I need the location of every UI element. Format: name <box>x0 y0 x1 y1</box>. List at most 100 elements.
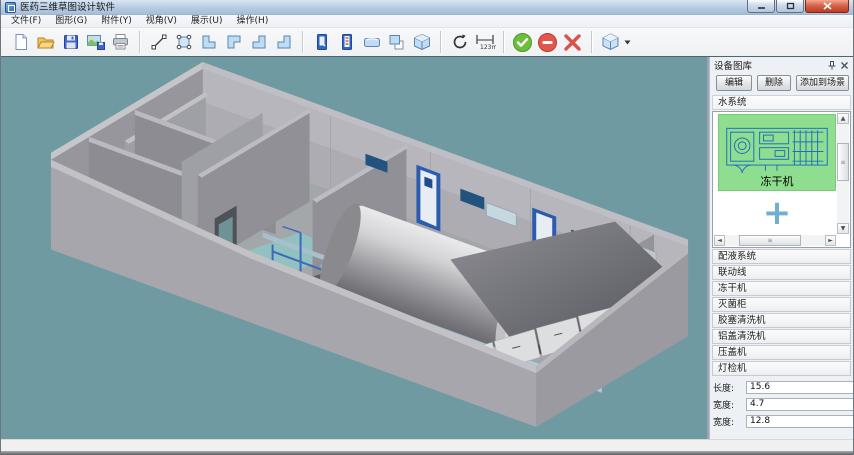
menu-graphics[interactable]: 图形(G) <box>48 15 94 28</box>
export-image-button[interactable] <box>83 30 108 54</box>
scroll-right-arrow[interactable]: ► <box>825 235 836 246</box>
toolbar-group-actions <box>507 30 588 54</box>
measure-label: 123m <box>480 44 496 51</box>
toolbar-group-file <box>5 30 136 54</box>
edit-button[interactable]: 编辑 <box>716 75 752 91</box>
category-item[interactable]: 铝盖清洗机 <box>712 329 851 344</box>
delete-button[interactable] <box>560 30 585 54</box>
remove-icon <box>537 32 558 53</box>
toolbar: 123m <box>1 28 853 57</box>
save-button[interactable] <box>58 30 83 54</box>
category-item[interactable]: 联动线 <box>712 265 851 280</box>
3d-viewport[interactable] <box>1 57 707 439</box>
tile-horizontal-scrollbar[interactable]: ◄ ≡ ► <box>714 235 836 246</box>
property-row-width: 宽度: <box>713 396 850 412</box>
cube-tool-button[interactable] <box>409 30 434 54</box>
confirm-button[interactable] <box>510 30 535 54</box>
view-mode-cube-button[interactable] <box>598 30 623 54</box>
wall-corner-1-icon <box>200 33 218 51</box>
toolbar-group-view <box>595 30 634 54</box>
width-2-input[interactable] <box>746 415 854 428</box>
toolbar-separator <box>139 31 140 53</box>
tile-vertical-scrollbar[interactable]: ▲ ≡ ▼ <box>837 113 849 234</box>
panel-header: 设备图库 <box>710 57 853 72</box>
scroll-down-arrow[interactable]: ▼ <box>837 223 849 234</box>
copy-tool-button[interactable] <box>384 30 409 54</box>
maximize-button[interactable] <box>776 0 804 13</box>
3d-scene <box>1 57 707 439</box>
rotate-tool-icon <box>450 32 470 52</box>
title-bar[interactable]: 医药三维草图设计软件 <box>1 0 853 15</box>
print-icon <box>111 33 130 51</box>
delete-x-icon <box>562 32 583 53</box>
menu-attachments[interactable]: 附件(Y) <box>94 15 139 28</box>
category-item[interactable]: 配液系统 <box>712 249 851 264</box>
new-file-icon <box>12 33 30 51</box>
close-icon <box>823 2 832 10</box>
equipment-tile-freeze-dryer[interactable]: 冻干机 <box>718 114 836 191</box>
width-input[interactable] <box>746 398 854 411</box>
menu-operations[interactable]: 操作(H) <box>230 15 276 28</box>
wall-corner-3-button[interactable] <box>246 30 271 54</box>
pin-panel-button[interactable] <box>826 60 838 71</box>
width-2-label: 宽度: <box>713 415 746 428</box>
maximize-icon <box>786 2 795 10</box>
line-tool-icon <box>150 33 168 51</box>
category-item[interactable]: 压盖机 <box>712 345 851 360</box>
close-button[interactable] <box>805 0 849 13</box>
menu-bar: 文件(F) 图形(G) 附件(Y) 视角(V) 展示(U) 操作(H) <box>1 15 853 28</box>
new-file-button[interactable] <box>8 30 33 54</box>
add-to-scene-button[interactable]: 添加到场景 <box>796 75 849 91</box>
category-item[interactable]: 灭菌柜 <box>712 297 851 312</box>
close-panel-icon <box>841 62 848 69</box>
toolbar-separator <box>440 31 441 53</box>
measure-tool-icon: 123m <box>474 32 496 52</box>
equipment-gallery-panel: 设备图库 编辑 删除 添加到场景 <box>709 57 853 439</box>
rotate-tool-button[interactable] <box>447 30 472 54</box>
category-item[interactable]: 胶塞清洗机 <box>712 313 851 328</box>
tile-label: 冻干机 <box>719 173 835 189</box>
wall-corner-1-button[interactable] <box>196 30 221 54</box>
export-image-icon <box>86 33 106 51</box>
view-mode-dropdown[interactable] <box>623 30 631 54</box>
app-icon <box>5 2 16 13</box>
menu-file[interactable]: 文件(F) <box>4 15 48 28</box>
dimension-properties: 长度: 宽度: 宽度: <box>710 378 853 429</box>
category-item[interactable]: 灯检机 <box>712 361 851 376</box>
toolbar-group-objects <box>306 30 437 54</box>
minimize-button[interactable] <box>747 0 775 13</box>
length-label: 长度: <box>713 381 746 394</box>
copy-tool-icon <box>387 33 406 51</box>
scroll-left-arrow[interactable]: ◄ <box>714 235 725 246</box>
chevron-down-icon <box>624 40 631 45</box>
vertical-scroll-thumb[interactable]: ≡ <box>837 143 849 181</box>
wall-corner-2-button[interactable] <box>221 30 246 54</box>
open-folder-button[interactable] <box>33 30 58 54</box>
remove-button[interactable] <box>535 30 560 54</box>
scroll-up-arrow[interactable]: ▲ <box>837 113 849 124</box>
category-item[interactable]: 冻干机 <box>712 281 851 296</box>
group-header-water-system[interactable]: 水系统 <box>712 95 851 110</box>
window-title: 医药三维草图设计软件 <box>20 0 115 15</box>
polygon-tool-button[interactable] <box>171 30 196 54</box>
delete-item-button[interactable]: 删除 <box>757 75 791 91</box>
line-tool-button[interactable] <box>146 30 171 54</box>
horizontal-scroll-thumb[interactable]: ≡ <box>739 235 801 246</box>
close-panel-button[interactable] <box>838 60 850 71</box>
window-bottom-frame <box>1 451 853 455</box>
safety-door-tool-button[interactable] <box>334 30 359 54</box>
menu-viewangle[interactable]: 视角(V) <box>139 15 184 28</box>
property-row-width-2: 宽度: <box>713 413 850 429</box>
length-input[interactable] <box>746 381 854 394</box>
menu-display[interactable]: 展示(U) <box>184 15 230 28</box>
width-label: 宽度: <box>713 398 746 411</box>
measure-tool-button[interactable]: 123m <box>472 30 497 54</box>
pin-icon <box>828 61 836 70</box>
print-button[interactable] <box>108 30 133 54</box>
save-icon <box>62 33 80 51</box>
door-tool-button[interactable] <box>309 30 334 54</box>
window-tool-button[interactable] <box>359 30 384 54</box>
add-equipment-tile[interactable]: + <box>718 193 836 236</box>
scroll-track[interactable] <box>801 235 825 246</box>
wall-corner-4-button[interactable] <box>271 30 296 54</box>
